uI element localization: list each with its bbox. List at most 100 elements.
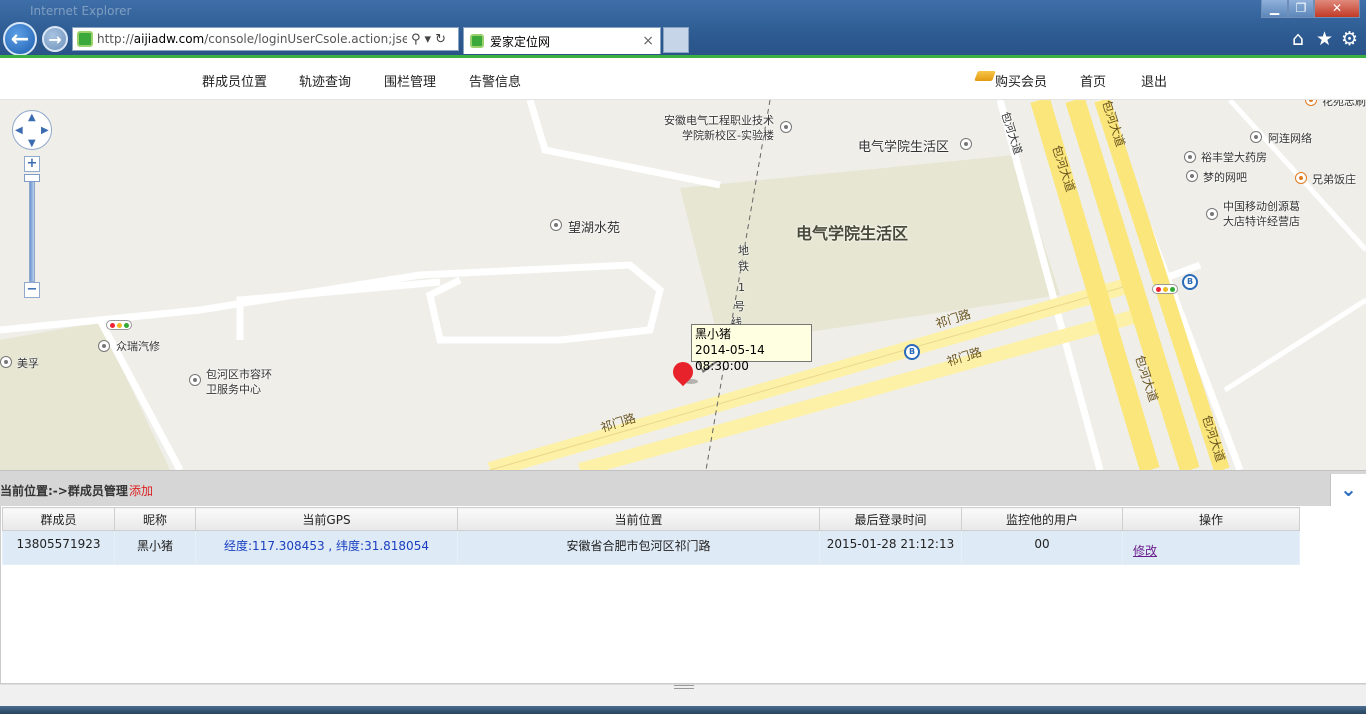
marker-info-bubble: 黑小猪 2014-05-14 08:30:00: [691, 324, 812, 373]
panel-splitter[interactable]: [0, 684, 1366, 706]
close-window-button[interactable]: ✕: [1314, 0, 1360, 18]
breadcrumb: 当前位置:->群成员管理: [0, 484, 128, 498]
metro-label-1: 地: [738, 244, 749, 257]
browser-tab[interactable]: 爱家定位网 ×: [463, 27, 661, 54]
building-icon: [960, 138, 972, 150]
edit-link[interactable]: 修改: [1133, 544, 1157, 558]
map-label-zhongrui: 众瑞汽修: [116, 340, 160, 353]
home-icon[interactable]: ⌂: [1292, 28, 1304, 50]
refresh-icon[interactable]: ↻: [435, 32, 446, 47]
poi-icon: [1250, 131, 1262, 143]
tab-favicon-icon: [470, 34, 484, 48]
forward-button[interactable]: →: [42, 26, 68, 52]
map-label-school-1: 安徽电气工程职业技术: [664, 114, 774, 127]
pan-up-icon[interactable]: ▲: [28, 112, 36, 123]
metro-label-2: 铁: [738, 260, 749, 273]
map-label-yufeng: 裕丰堂大药房: [1201, 151, 1267, 164]
map-view[interactable]: ▲ ▼ ◀ ▶ + − 安徽电气工程职业技术 学院新校区-实验楼 电气学院生活区…: [0, 100, 1366, 470]
nav-alarm-info[interactable]: 告警信息: [469, 71, 521, 90]
map-label-wanghu: 望湖水苑: [568, 221, 621, 236]
poi-icon: [1186, 170, 1198, 182]
map-label-baohe-2: 卫服务中心: [206, 383, 261, 396]
window-title: Internet Explorer: [30, 4, 132, 18]
nav-member-location[interactable]: 群成员位置: [202, 71, 267, 90]
zoom-slider-track[interactable]: [29, 174, 35, 282]
poi-icon: [1206, 208, 1218, 220]
map-label-meifu: 美孚: [17, 357, 39, 370]
map-label-huayuan: 花苑忠刷: [1322, 100, 1366, 108]
member-table: 群成员 昵称 当前GPS 当前位置 最后登录时间 监控他的用户 操作 13805…: [2, 507, 1300, 565]
close-tab-icon[interactable]: ×: [642, 33, 654, 49]
col-last-login[interactable]: 最后登录时间: [819, 507, 962, 531]
map-label-cmcc-2: 大店特许经营店: [1223, 215, 1300, 228]
address-bar[interactable]: http://aijiadw.com/console/loginUserCsol…: [72, 27, 459, 51]
map-label-cmcc-1: 中国移动创源葛: [1223, 200, 1300, 213]
site-favicon-icon: [77, 31, 93, 47]
url-domain: aijiadw.com: [133, 32, 205, 46]
car-repair-icon: [98, 340, 110, 352]
vip-icon: [974, 71, 996, 81]
minimize-button[interactable]: ▁: [1261, 0, 1288, 18]
table-row[interactable]: 13805571923 黑小猪 经度:117.308453 , 纬度:31.81…: [2, 530, 1300, 565]
map-label-alian: 阿连网络: [1268, 132, 1312, 145]
col-gps[interactable]: 当前GPS: [195, 507, 458, 531]
favorites-star-icon[interactable]: ★: [1316, 28, 1333, 50]
pan-left-icon[interactable]: ◀: [15, 125, 23, 136]
back-button[interactable]: ←: [3, 22, 37, 56]
col-location[interactable]: 当前位置: [457, 507, 820, 531]
nav-logout[interactable]: 退出: [1141, 71, 1167, 90]
map-label-district-big: 电气学院生活区: [796, 224, 909, 243]
arrow-right-icon: →: [48, 29, 62, 49]
site-nav: 群成员位置 轨迹查询 围栏管理 告警信息 购买会员 首页 退出: [0, 58, 1366, 100]
search-icon[interactable]: ⚲: [411, 32, 421, 47]
cell-action: 修改: [1122, 530, 1300, 565]
cell-location: 安徽省合肥市包河区祁门路: [457, 530, 820, 565]
col-action[interactable]: 操作: [1122, 507, 1300, 531]
url-text[interactable]: http://aijiadw.com/console/loginUserCsol…: [97, 32, 407, 46]
traffic-light-icon: [1152, 284, 1178, 294]
map-pan-control[interactable]: ▲ ▼ ◀ ▶: [12, 110, 52, 150]
tools-gear-icon[interactable]: ⚙: [1341, 28, 1358, 50]
cell-last-login: 2015-01-28 21:12:13: [819, 530, 962, 565]
pan-right-icon[interactable]: ▶: [41, 125, 49, 136]
map-label-school-2: 学院新校区-实验楼: [682, 129, 774, 142]
splitter-grip-icon[interactable]: [674, 685, 694, 689]
cell-nickname: 黑小猪: [114, 530, 196, 565]
pan-down-icon[interactable]: ▼: [28, 138, 36, 149]
nav-track-query[interactable]: 轨迹查询: [299, 71, 351, 90]
cell-gps: 经度:117.308453 , 纬度:31.818054: [195, 530, 458, 565]
table-header-row: 群成员 昵称 当前GPS 当前位置 最后登录时间 监控他的用户 操作: [2, 507, 1300, 531]
marker-time: 2014-05-14 08:30:00: [695, 343, 765, 373]
add-member-link[interactable]: 添加: [129, 482, 153, 499]
collapse-chevron-icon[interactable]: ⌄: [1330, 474, 1366, 506]
url-path: /console/loginUserCsole.action;jses: [204, 32, 407, 46]
metro-label-4: 号: [734, 300, 745, 313]
cell-watchers: 00: [961, 530, 1123, 565]
map-label-district-small: 电气学院生活区: [858, 140, 950, 155]
zoom-out-button[interactable]: −: [24, 282, 40, 298]
map-label-xiongdi: 兄弟饭庄: [1312, 173, 1356, 186]
restaurant-icon: [1295, 172, 1307, 184]
col-member[interactable]: 群成员: [2, 507, 115, 531]
bus-stop-icon: B: [904, 344, 920, 360]
zoom-in-button[interactable]: +: [24, 156, 40, 172]
arrow-left-icon: ←: [10, 26, 30, 52]
poi-icon: [189, 374, 201, 386]
browser-chrome: Internet Explorer ← → http://aijiadw.com…: [0, 0, 1366, 56]
member-grid: 群成员 昵称 当前GPS 当前位置 最后登录时间 监控他的用户 操作 13805…: [0, 506, 1366, 684]
url-scheme: http://: [97, 32, 134, 46]
new-tab-button[interactable]: [663, 27, 689, 53]
nav-buy-vip[interactable]: 购买会员: [995, 71, 1047, 90]
bus-stop-icon: B: [1182, 274, 1198, 290]
zoom-slider-handle[interactable]: [24, 174, 40, 182]
dropdown-icon[interactable]: ▾: [425, 32, 432, 47]
nav-fence-management[interactable]: 围栏管理: [384, 71, 436, 90]
maximize-button[interactable]: ❐: [1288, 0, 1314, 18]
metro-label-3: 1: [738, 281, 745, 294]
col-watchers[interactable]: 监控他的用户: [961, 507, 1123, 531]
col-nickname[interactable]: 昵称: [114, 507, 196, 531]
building-icon: [550, 219, 562, 231]
tab-title: 爱家定位网: [490, 34, 551, 49]
nav-home[interactable]: 首页: [1080, 71, 1106, 90]
map-label-baohe-1: 包河区市容环: [206, 368, 272, 381]
